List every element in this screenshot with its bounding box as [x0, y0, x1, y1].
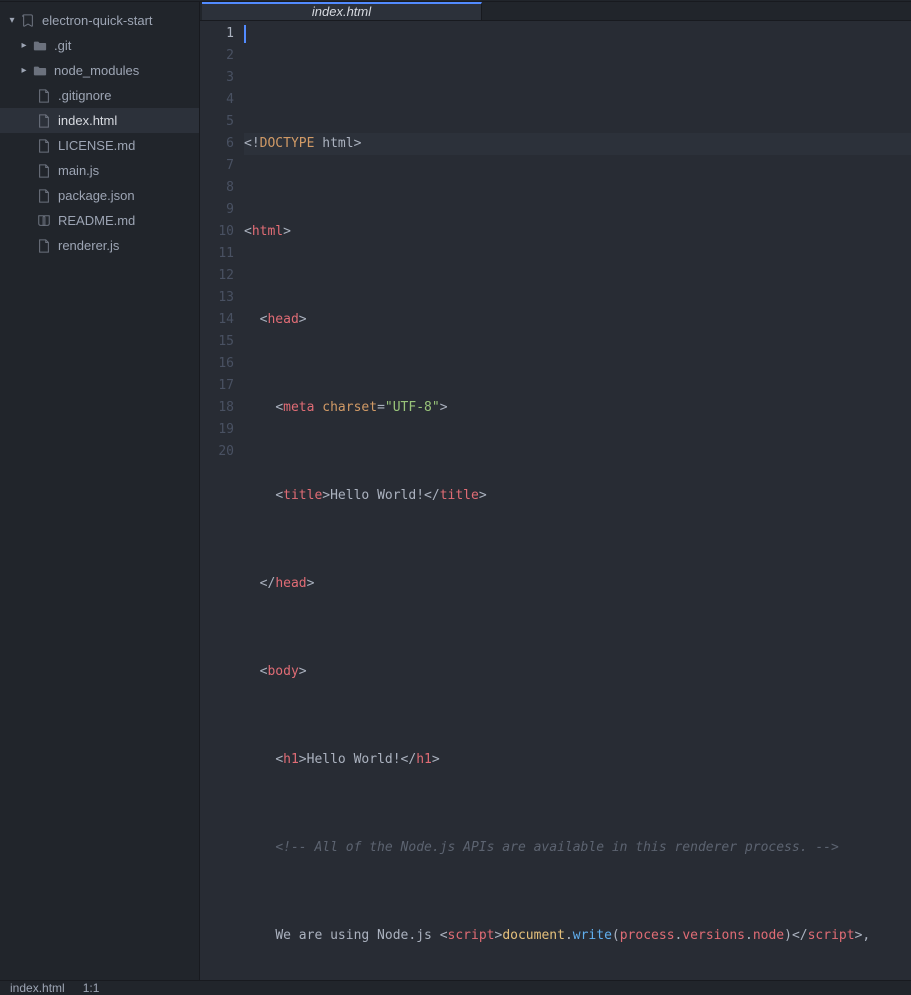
code-line: </head>: [244, 573, 911, 595]
code-line: <meta charset="UTF-8">: [244, 397, 911, 419]
file-icon: [36, 188, 52, 204]
code-content[interactable]: <!DOCTYPE html> <html> <head> <meta char…: [244, 21, 911, 980]
text-cursor: [244, 25, 246, 43]
code-line: <title>Hello World!</title>: [244, 485, 911, 507]
file-icon: [36, 113, 52, 129]
file-icon: [36, 163, 52, 179]
file-tree-sidebar: ▾ electron-quick-start ▸ .git ▸ node_mod…: [0, 2, 200, 980]
code-line: We are using Node.js <script>document.wr…: [244, 925, 911, 947]
folder-icon: [32, 38, 48, 54]
tree-file-readme-md[interactable]: README.md: [0, 208, 199, 233]
tree-folder-node-modules[interactable]: ▸ node_modules: [0, 58, 199, 83]
line-number: 14: [200, 309, 234, 331]
line-number: 11: [200, 243, 234, 265]
file-icon: [36, 238, 52, 254]
code-line: <head>: [244, 309, 911, 331]
code-line: <h1>Hello World!</h1>: [244, 749, 911, 771]
line-number: 17: [200, 375, 234, 397]
book-icon: [36, 213, 52, 229]
status-cursor-position[interactable]: 1:1: [83, 981, 100, 995]
line-number: 10: [200, 221, 234, 243]
line-number: 2: [200, 45, 234, 67]
code-line: <html>: [244, 221, 911, 243]
file-icon: [36, 88, 52, 104]
status-filename[interactable]: index.html: [10, 981, 65, 995]
repo-icon: [20, 13, 36, 29]
tab-title: index.html: [312, 4, 371, 19]
code-line: <!DOCTYPE html>: [244, 133, 911, 155]
line-number: 15: [200, 331, 234, 353]
tree-file-license-md[interactable]: LICENSE.md: [0, 133, 199, 158]
tree-item-label: LICENSE.md: [58, 138, 135, 153]
line-number: 20: [200, 441, 234, 463]
code-line: <!-- All of the Node.js APIs are availab…: [244, 837, 911, 859]
tree-root-label: electron-quick-start: [42, 13, 153, 28]
code-line: <body>: [244, 661, 911, 683]
status-bar: index.html 1:1: [0, 980, 911, 995]
line-number: 4: [200, 89, 234, 111]
line-number: 13: [200, 287, 234, 309]
tabbar: index.html: [200, 2, 911, 21]
line-number: 6: [200, 133, 234, 155]
tree-item-label: renderer.js: [58, 238, 119, 253]
line-number: 5: [200, 111, 234, 133]
editor-area: index.html 12345678910111213141516171819…: [200, 2, 911, 980]
tree-item-label: .gitignore: [58, 88, 111, 103]
line-number: 3: [200, 67, 234, 89]
line-number: 12: [200, 265, 234, 287]
tree-item-label: README.md: [58, 213, 135, 228]
line-gutter: 1234567891011121314151617181920: [200, 21, 244, 980]
chevron-right-icon: ▸: [18, 65, 30, 76]
tree-root[interactable]: ▾ electron-quick-start: [0, 8, 199, 33]
tree-item-label: package.json: [58, 188, 135, 203]
line-number: 8: [200, 177, 234, 199]
tree-item-label: main.js: [58, 163, 99, 178]
tree-item-label: index.html: [58, 113, 117, 128]
line-number: 16: [200, 353, 234, 375]
line-number: 1: [200, 23, 234, 45]
tree-item-label: .git: [54, 38, 71, 53]
tree-folder-git[interactable]: ▸ .git: [0, 33, 199, 58]
line-number: 7: [200, 155, 234, 177]
line-number: 9: [200, 199, 234, 221]
tree-file-gitignore[interactable]: .gitignore: [0, 83, 199, 108]
tree-file-renderer-js[interactable]: renderer.js: [0, 233, 199, 258]
code-editor[interactable]: 1234567891011121314151617181920 <!DOCTYP…: [200, 21, 911, 980]
tree-file-package-json[interactable]: package.json: [0, 183, 199, 208]
file-icon: [36, 138, 52, 154]
folder-icon: [32, 63, 48, 79]
line-number: 19: [200, 419, 234, 441]
chevron-right-icon: ▸: [18, 40, 30, 51]
line-number: 18: [200, 397, 234, 419]
chevron-down-icon: ▾: [6, 15, 18, 26]
tree-item-label: node_modules: [54, 63, 139, 78]
tree-file-index-html[interactable]: index.html: [0, 108, 199, 133]
tree-file-main-js[interactable]: main.js: [0, 158, 199, 183]
workspace: ▾ electron-quick-start ▸ .git ▸ node_mod…: [0, 2, 911, 980]
tab-index-html[interactable]: index.html: [202, 2, 482, 20]
